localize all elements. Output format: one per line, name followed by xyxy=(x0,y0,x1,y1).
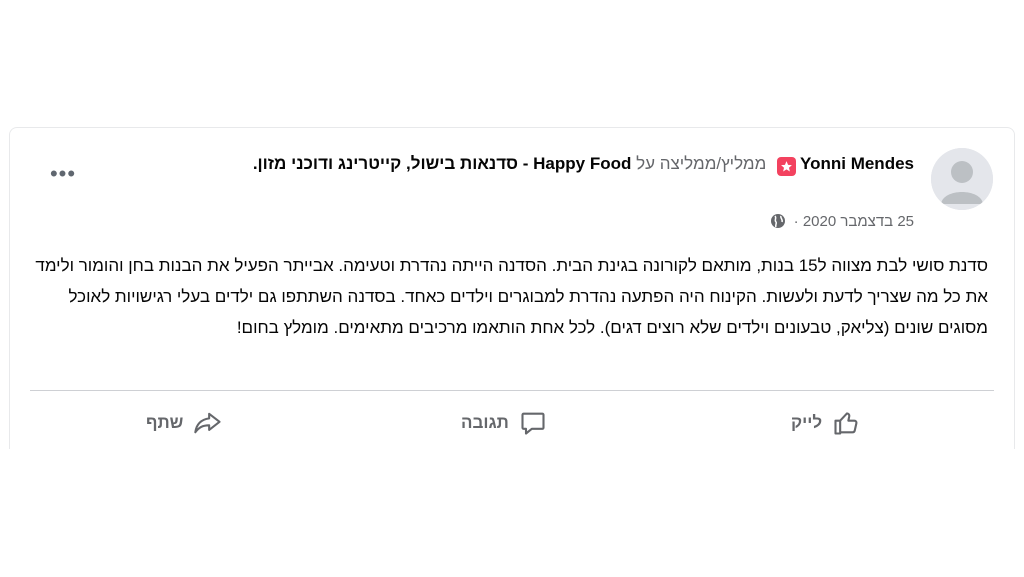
post-meta: 25 בדצמבר 2020 · xyxy=(770,212,914,235)
share-button[interactable]: שתף xyxy=(146,406,223,440)
like-label: לייק xyxy=(791,413,823,432)
recommend-star-icon xyxy=(777,157,797,176)
like-button[interactable]: לייק xyxy=(791,406,860,440)
author-name[interactable]: Yonni Mendes xyxy=(800,154,914,173)
post-date[interactable]: 25 בדצמבר 2020 xyxy=(803,213,914,230)
thumbs-up-icon xyxy=(832,409,860,437)
post-header: Yonni Mendes ממליץ/ממליצה על Happy Food … xyxy=(114,148,914,180)
share-label: שתף xyxy=(146,413,184,432)
page-name-link[interactable]: Happy Food - סדנאות בישול, קייטרינג ודוכ… xyxy=(253,154,632,173)
default-avatar-icon xyxy=(931,148,993,210)
comment-button[interactable]: תגובה xyxy=(461,406,547,440)
post-card: Yonni Mendes ממליץ/ממליצה על Happy Food … xyxy=(9,127,1015,449)
post-body: סדנת סושי לבת מצווה ל15 בנות, מותאם לקור… xyxy=(35,256,988,337)
recommends-text: ממליץ/ממליצה על xyxy=(636,154,767,173)
share-arrow-icon xyxy=(193,409,223,437)
author-avatar[interactable] xyxy=(931,148,993,210)
actions-divider xyxy=(30,390,994,391)
globe-icon xyxy=(770,213,786,235)
more-options-icon[interactable]: ••• xyxy=(48,163,78,185)
date-separator: · xyxy=(793,213,799,230)
comment-bubble-icon xyxy=(519,409,547,437)
comment-label: תגובה xyxy=(461,413,509,432)
